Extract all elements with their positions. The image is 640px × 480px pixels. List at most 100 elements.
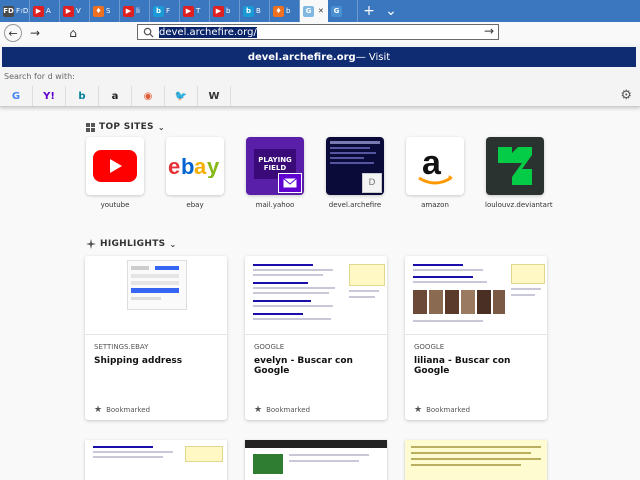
browser-tab[interactable]: ▶ T — [180, 0, 210, 22]
top-site-label: ebay — [186, 201, 204, 209]
search-engine-icon: ◉ — [143, 90, 153, 102]
browser-tab[interactable]: ♦ S — [90, 0, 120, 22]
ebay-tile[interactable]: e b a y — [166, 137, 224, 195]
browser-tab[interactable]: FDF₇DX — [0, 0, 30, 22]
card-status: ★ Bookmarked — [414, 405, 470, 415]
top-site-label: devel.archefire — [328, 201, 382, 209]
top-site-label: mail.yahoo — [255, 201, 295, 209]
forward-button[interactable]: → — [26, 24, 44, 42]
tab-favicon-icon: b — [153, 5, 164, 17]
search-engine-button[interactable]: b — [66, 86, 99, 106]
card-title: Shipping address — [94, 356, 183, 366]
browser-tab[interactable]: G — [328, 0, 358, 22]
top-site-label: loulouvz.deviantart — [485, 201, 553, 209]
site-letter-badge: D — [362, 173, 382, 193]
youtube-tile[interactable] — [86, 137, 144, 195]
chevron-down-icon: ⌄ — [385, 3, 397, 19]
card-status: ★ Bookmarked — [94, 405, 150, 415]
highlight-card[interactable]: SETTINGS.EBAY Shipping address ★ Bookmar… — [85, 256, 227, 420]
yahoo-tile[interactable]: PLAYING FIELD — [246, 137, 304, 195]
tab-favicon-icon: ▶ — [123, 5, 134, 17]
top-site-deviantart[interactable]: loulouvz.deviantart — [485, 137, 553, 209]
tab-favicon-icon: ♦ — [93, 5, 104, 17]
browser-tab[interactable]: ▶ b — [210, 0, 240, 22]
search-settings-button[interactable]: ⚙ — [620, 88, 632, 103]
suggestion-row-visit[interactable]: devel.archefire.org — Visit — [2, 47, 636, 67]
search-engine-button[interactable]: 🐦 — [165, 86, 198, 106]
home-icon: ⌂ — [69, 26, 77, 40]
top-site-amazon[interactable]: a amazon — [405, 137, 465, 209]
tab-list-button[interactable]: ⌄ — [380, 0, 402, 22]
card-status-label: Bookmarked — [426, 406, 471, 414]
svg-text:a: a — [422, 144, 442, 182]
search-engine-button[interactable]: W — [198, 86, 231, 106]
tab-strip: FDF₇DX▶A▶V♦S▶libF▶T▶bbB♦bG✕G+⌄ — [0, 0, 640, 22]
search-engine-row: G Y! b a ◉ 🐦 W — [0, 86, 640, 106]
tab-title: li — [136, 7, 140, 15]
tab-favicon-icon: ▶ — [33, 5, 44, 17]
go-button[interactable]: → — [484, 24, 494, 38]
url-text-selected: devel.archefire.org/ — [159, 27, 257, 38]
browser-tab[interactable]: ▶ li — [120, 0, 150, 22]
highlights-header[interactable]: HIGHLIGHTS ⌄ — [86, 239, 176, 249]
browser-tab[interactable]: ▶ A — [30, 0, 60, 22]
sparkle-icon — [86, 239, 96, 249]
url-input[interactable]: devel.archefire.org/ — [159, 26, 257, 39]
highlight-card[interactable]: GOOGLE liliana - Buscar con Google ★ Boo… — [405, 256, 547, 420]
browser-tab[interactable]: ▶ V — [60, 0, 90, 22]
youtube-logo-icon — [93, 150, 137, 182]
deviantart-tile[interactable] — [486, 137, 544, 195]
highlight-card-partial[interactable] — [245, 440, 387, 480]
search-for-label: Search for d with: — [4, 72, 75, 81]
card-thumbnail — [85, 256, 227, 335]
top-sites-header[interactable]: TOP SITES ⌄ — [86, 122, 165, 132]
tab-favicon-icon: ♦ — [273, 5, 284, 17]
ebay-logo-icon: e b a y — [168, 154, 220, 178]
search-engine-button[interactable]: a — [99, 86, 132, 106]
card-title: evelyn - Buscar con Google — [254, 356, 353, 376]
close-tab-icon[interactable]: ✕ — [318, 7, 324, 15]
browser-tab[interactable]: ♦ b — [270, 0, 300, 22]
tab-favicon-icon: b — [243, 5, 254, 17]
amazon-tile[interactable]: a — [406, 137, 464, 195]
search-engine-icon: Y! — [43, 90, 55, 102]
top-site-youtube[interactable]: youtube — [85, 137, 145, 209]
search-engine-button[interactable]: Y! — [33, 86, 66, 106]
tab-favicon-icon: ▶ — [183, 5, 194, 17]
top-site-label: youtube — [100, 201, 130, 209]
tab-title: F — [166, 7, 171, 15]
tab-title: V — [76, 7, 81, 15]
chevron-down-icon: ⌄ — [157, 122, 165, 132]
search-engine-button[interactable]: G — [0, 86, 33, 106]
highlights-title: HIGHLIGHTS — [100, 239, 166, 249]
browser-tab[interactable]: bB — [240, 0, 270, 22]
top-site-devel-archefire[interactable]: D devel.archefire — [325, 137, 385, 209]
plus-icon: + — [363, 3, 375, 19]
yahoo-preview-text: PLAYING FIELD — [258, 156, 292, 172]
highlight-card-partial[interactable] — [85, 440, 227, 480]
tab-favicon-icon: ▶ — [213, 5, 224, 17]
back-button[interactable]: ← — [4, 24, 22, 42]
svg-text:y: y — [207, 154, 220, 178]
tab-favicon-icon: G — [331, 5, 342, 17]
card-status-label: Bookmarked — [266, 406, 311, 414]
highlight-card-partial[interactable] — [405, 440, 547, 480]
search-engine-icon: W — [208, 90, 220, 102]
top-site-ebay[interactable]: e b a y ebay — [165, 137, 225, 209]
url-bar[interactable]: devel.archefire.org/ → — [137, 24, 499, 40]
highlight-card[interactable]: GOOGLE evelyn - Buscar con Google ★ Book… — [245, 256, 387, 420]
tab-favicon-icon: G — [303, 5, 314, 17]
browser-tab[interactable]: G ✕ — [300, 0, 328, 22]
search-engine-button[interactable]: ◉ — [132, 86, 165, 106]
bookmark-star-icon: ★ — [414, 405, 423, 415]
card-source: GOOGLE — [414, 343, 445, 351]
search-icon — [143, 27, 154, 38]
browser-tab[interactable]: bF — [150, 0, 180, 22]
url-suggestions-popup: devel.archefire.org — Visit Search for d… — [0, 44, 640, 107]
new-tab-button[interactable]: + — [358, 0, 380, 22]
devel-archefire-tile[interactable]: D — [326, 137, 384, 195]
card-source: SETTINGS.EBAY — [94, 343, 149, 351]
tab-title: T — [196, 7, 201, 15]
top-site-mail-yahoo[interactable]: PLAYING FIELD mail.yahoo — [245, 137, 305, 209]
home-button[interactable]: ⌂ — [64, 24, 82, 42]
